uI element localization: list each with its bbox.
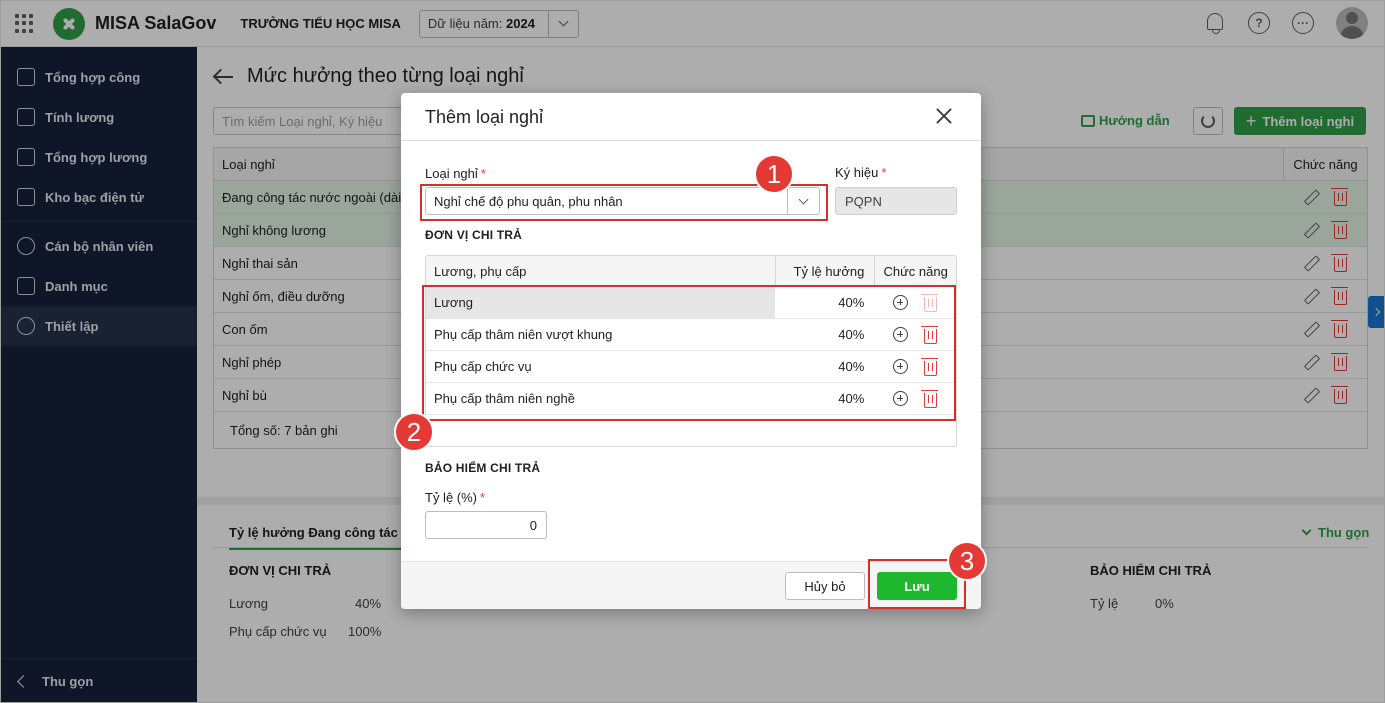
- close-icon[interactable]: [935, 107, 953, 125]
- col-allowance: Lương, phụ cấp: [434, 263, 527, 279]
- pay-section-title: ĐƠN VỊ CHI TRẢ: [425, 228, 523, 242]
- cancel-button[interactable]: Hủy bỏ: [785, 572, 865, 600]
- rate-label: Tỷ lệ (%) *: [425, 490, 486, 505]
- step-badge-3: 3: [947, 541, 987, 581]
- code-label: Ký hiệu *: [835, 165, 887, 180]
- step-badge-1: 1: [754, 154, 794, 194]
- dialog-title: Thêm loại nghỉ: [425, 107, 544, 127]
- leave-type-label: Loại nghỉ *: [425, 166, 486, 181]
- app-window: MISA SalaGov TRƯỜNG TIỂU HỌC MISA Dữ liệ…: [0, 0, 1385, 703]
- col-actions: Chức năng: [874, 256, 956, 286]
- insurance-section-title: BẢO HIỂM CHI TRẢ: [425, 461, 541, 475]
- pay-table-header: Lương, phụ cấp Tỷ lệ hưởng Chức năng: [426, 256, 956, 287]
- code-field: PQPN: [835, 187, 957, 215]
- step-badge-2: 2: [394, 412, 434, 452]
- insurance-rate-input[interactable]: 0: [425, 511, 547, 539]
- dialog-divider: [401, 140, 981, 141]
- col-rate: Tỷ lệ hưởng: [774, 256, 875, 286]
- highlight-pay-table: [422, 285, 956, 421]
